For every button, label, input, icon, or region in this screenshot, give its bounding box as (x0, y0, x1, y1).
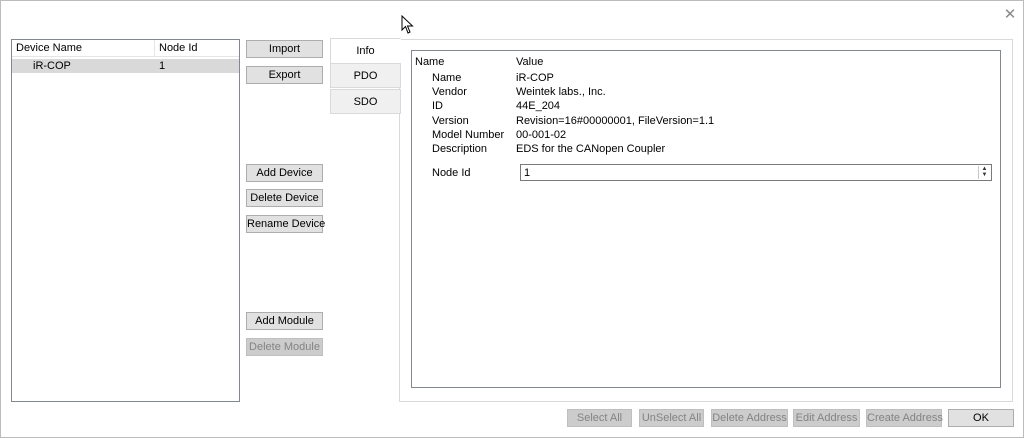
info-property-grid (411, 50, 1001, 388)
import-button[interactable]: Import (246, 40, 323, 58)
node-id-label: Node Id (432, 167, 471, 179)
device-list-header: Device Name Node Id (12, 40, 239, 57)
info-prop-description-label: Description (432, 143, 488, 155)
node-id-input[interactable] (521, 165, 976, 180)
spin-down-icon[interactable]: ▼ (979, 172, 990, 178)
delete-device-button[interactable]: Delete Device (246, 189, 323, 207)
unselect-all-button[interactable]: UnSelect All (639, 409, 704, 427)
info-prop-description-value: EDS for the CANopen Coupler (516, 143, 666, 155)
rename-device-button[interactable]: Rename Device (246, 215, 325, 233)
dialog-window: ✕ Device Name Node Id iR-COP 1 Import Ex… (0, 0, 1024, 438)
edit-address-button[interactable]: Edit Address (793, 409, 860, 427)
add-device-button[interactable]: Add Device (246, 164, 323, 182)
info-header-value: Value (516, 56, 544, 68)
node-id-stepper[interactable]: ▲ ▼ (520, 164, 992, 181)
info-prop-model-number-label: Model Number (432, 129, 505, 141)
tab-pdo[interactable]: PDO (330, 63, 401, 88)
column-device-name[interactable]: Device Name (12, 40, 155, 57)
info-prop-id-value: 44E_204 (516, 100, 561, 112)
select-all-button[interactable]: Select All (567, 409, 632, 427)
info-header-name: Name (415, 56, 445, 68)
info-prop-vendor-value: Weintek labs., Inc. (516, 86, 606, 98)
export-button[interactable]: Export (246, 66, 323, 84)
device-row[interactable]: iR-COP 1 (12, 59, 239, 73)
tab-sdo[interactable]: SDO (330, 89, 401, 114)
info-prop-version-label: Version (432, 115, 469, 127)
column-node-id[interactable]: Node Id (155, 40, 239, 57)
info-prop-name-label: Name (432, 72, 462, 84)
delete-module-button[interactable]: Delete Module (246, 338, 323, 356)
mouse-cursor-icon (401, 15, 414, 34)
info-prop-model-number-value: 00-001-02 (516, 129, 567, 141)
close-icon[interactable]: ✕ (1002, 6, 1018, 22)
info-prop-id-label: ID (432, 100, 443, 112)
info-prop-vendor-label: Vendor (432, 86, 467, 98)
add-module-button[interactable]: Add Module (246, 312, 323, 330)
create-address-button[interactable]: Create Address (866, 409, 943, 427)
device-list[interactable]: Device Name Node Id iR-COP 1 (11, 39, 240, 402)
info-prop-version-value: Revision=16#00000001, FileVersion=1.1 (516, 115, 715, 127)
ok-button[interactable]: OK (948, 409, 1014, 427)
device-row-node-id: 1 (159, 60, 166, 72)
device-row-name: iR-COP (33, 60, 71, 72)
tab-info[interactable]: Info (330, 38, 401, 65)
delete-address-button[interactable]: Delete Address (711, 409, 788, 427)
node-id-spin-buttons: ▲ ▼ (978, 166, 990, 179)
info-prop-name-value: iR-COP (516, 72, 554, 84)
